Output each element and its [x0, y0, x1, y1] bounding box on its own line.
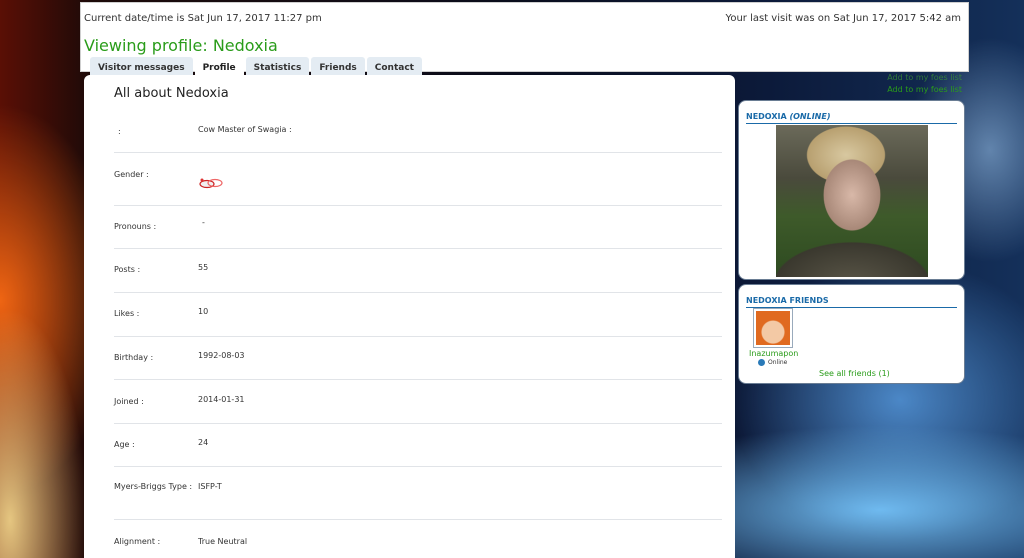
tab-profile[interactable]: Profile	[194, 57, 244, 77]
section-title: All about Nedoxia	[114, 86, 229, 101]
field-label: Alignment :	[114, 537, 161, 546]
profile-tabs: Visitor messages Profile Statistics Frie…	[90, 57, 422, 77]
field-label: Gender :	[114, 170, 149, 179]
field-label: Birthday :	[114, 353, 154, 362]
field-label: Age :	[114, 440, 135, 449]
see-all-friends-link[interactable]: See all friends (1)	[819, 369, 890, 378]
friends-panel-title: NEDOXIA FRIENDS	[746, 296, 957, 308]
last-visit: Your last visit was on Sat Jun 17, 2017 …	[725, 13, 961, 24]
field-label: Likes :	[114, 309, 140, 318]
field-value: True Neutral	[198, 537, 248, 546]
field-label: Myers-Briggs Type :	[114, 482, 193, 491]
field-value: 10	[198, 307, 209, 316]
current-datetime: Current date/time is Sat Jun 17, 2017 11…	[84, 13, 322, 24]
field-value: -	[202, 218, 205, 227]
tab-friends[interactable]: Friends	[311, 57, 365, 77]
field-label: Pronouns :	[114, 222, 157, 231]
field-value: Cow Master of Swagia :	[198, 125, 292, 134]
field-label: :	[118, 127, 121, 136]
profile-field-row: Alignment : True Neutral	[114, 520, 722, 558]
field-value: 2014-01-31	[198, 395, 245, 404]
profile-field-row: Myers-Briggs Type : ISFP-T	[114, 467, 722, 520]
field-value: 55	[198, 263, 209, 272]
profile-field-row: Likes : 10	[114, 293, 722, 337]
foes-list-link[interactable]: Add to my foes list	[870, 72, 962, 84]
field-label: Posts :	[114, 265, 141, 274]
tab-statistics[interactable]: Statistics	[245, 57, 310, 77]
profile-field-row: Pronouns : -	[114, 206, 722, 249]
profile-header: Current date/time is Sat Jun 17, 2017 11…	[80, 2, 969, 77]
gender-icon	[199, 178, 223, 189]
field-value: 1992-08-03	[198, 351, 245, 360]
quick-links: Add to my foes list Add to my foes list	[870, 72, 962, 96]
profile-field-row: Joined : 2014-01-31	[114, 380, 722, 424]
page-title: Viewing profile: Nedoxia	[84, 36, 278, 55]
user-panel-title: NEDOXIA (ONLINE)	[746, 112, 957, 124]
friends-panel: NEDOXIA FRIENDS Inazumapon Online See al…	[738, 284, 965, 384]
profile-field-row: Posts : 55	[114, 249, 722, 293]
field-value: ISFP-T	[198, 482, 222, 491]
tab-contact[interactable]: Contact	[366, 57, 422, 77]
online-status: (ONLINE)	[789, 112, 831, 121]
friend-status: Online	[758, 359, 787, 366]
user-panel: NEDOXIA (ONLINE)	[738, 100, 965, 280]
field-label: Joined :	[114, 397, 144, 406]
friend-name-link[interactable]: Inazumapon	[749, 349, 798, 358]
profile-field-row: Gender :	[114, 153, 722, 206]
tab-visitor-messages[interactable]: Visitor messages	[90, 57, 193, 77]
profile-field-row: : Cow Master of Swagia :	[114, 125, 722, 153]
field-value: 24	[198, 438, 209, 447]
avatar	[776, 125, 928, 277]
foes-list-link[interactable]: Add to my foes list	[870, 84, 962, 96]
profile-field-row: Birthday : 1992-08-03	[114, 337, 722, 380]
friend-avatar[interactable]	[753, 308, 793, 348]
online-status-icon	[758, 359, 765, 366]
profile-field-row: Age : 24	[114, 424, 722, 467]
profile-main: All about Nedoxia : Cow Master of Swagia…	[84, 75, 735, 558]
